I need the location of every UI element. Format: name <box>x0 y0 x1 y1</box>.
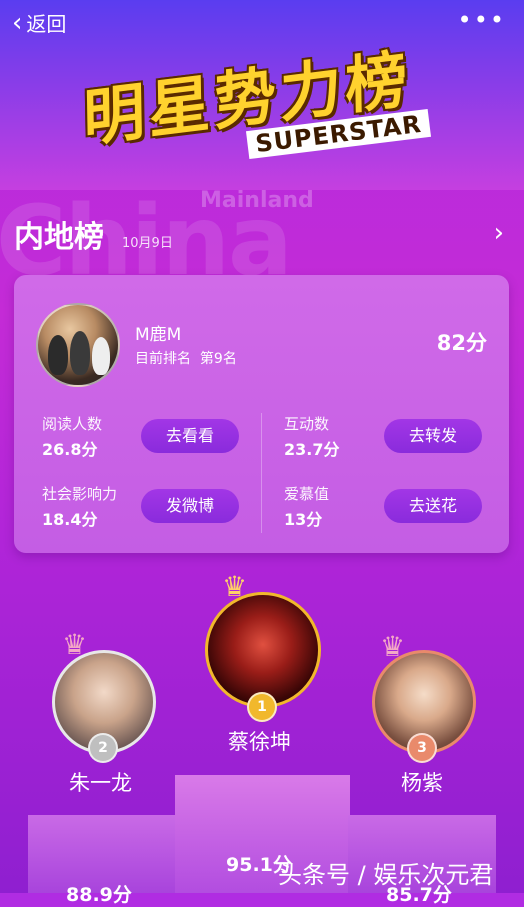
rank-badge-2: 2 <box>88 733 118 763</box>
user-rank: 目前排名 第9名 <box>135 348 237 368</box>
background-subword: Mainland <box>200 188 314 213</box>
metric-value: 13分 <box>284 510 323 529</box>
post-weibo-button[interactable]: 发微博 <box>141 489 239 523</box>
metric-interactions: 互动数 23.7分 <box>284 413 339 460</box>
metric-value: 26.8分 <box>42 440 98 459</box>
back-button[interactable]: ‹ 返回 <box>12 8 66 37</box>
podium-name-3[interactable]: 杨紫 <box>401 767 443 797</box>
user-name: M鹿M <box>135 325 182 345</box>
user-stats-card: M鹿M 目前排名 第9名 82分 阅读人数 26.8分 去看看 互动数 23.7… <box>14 275 509 553</box>
superstar-logo: 明星势力榜 SUPERSTAR <box>72 20 452 180</box>
avatar[interactable] <box>36 303 120 387</box>
metric-reads: 阅读人数 26.8分 <box>42 413 102 460</box>
metric-label: 互动数 <box>284 415 330 433</box>
metric-affection: 爱慕值 13分 <box>284 483 329 530</box>
total-score: 82分 <box>436 331 487 355</box>
avatar-rank-1[interactable] <box>205 592 321 708</box>
send-flowers-button[interactable]: 去送花 <box>384 489 482 523</box>
section-title: 内地榜 <box>14 220 104 255</box>
metric-influence: 社会影响力 18.4分 <box>42 483 117 530</box>
back-label: 返回 <box>26 12 67 36</box>
section-date: 10月9日 <box>122 236 173 251</box>
rank-badge-3: 3 <box>407 733 437 763</box>
chevron-right-icon[interactable]: › <box>494 218 504 248</box>
podium-name-2[interactable]: 朱一龙 <box>69 767 132 797</box>
podium-name-1[interactable]: 蔡徐坤 <box>228 726 291 756</box>
rank-label: 目前排名 <box>135 351 191 367</box>
podium-score-2: 88.9分 <box>66 884 132 906</box>
chevron-left-icon: ‹ <box>12 7 23 38</box>
repost-button[interactable]: 去转发 <box>384 419 482 453</box>
rank-value: 第9名 <box>199 351 237 367</box>
metric-label: 阅读人数 <box>42 415 103 433</box>
metric-value: 18.4分 <box>42 510 98 529</box>
watermark: 头条号 / 娱乐次元君 <box>278 861 494 889</box>
divider <box>261 413 262 533</box>
more-menu-button[interactable]: ••• <box>458 6 506 34</box>
rank-badge-1: 1 <box>247 692 277 722</box>
metric-label: 社会影响力 <box>42 485 118 503</box>
metric-value: 23.7分 <box>284 440 340 459</box>
metric-label: 爱慕值 <box>284 485 330 503</box>
go-see-button[interactable]: 去看看 <box>141 419 239 453</box>
